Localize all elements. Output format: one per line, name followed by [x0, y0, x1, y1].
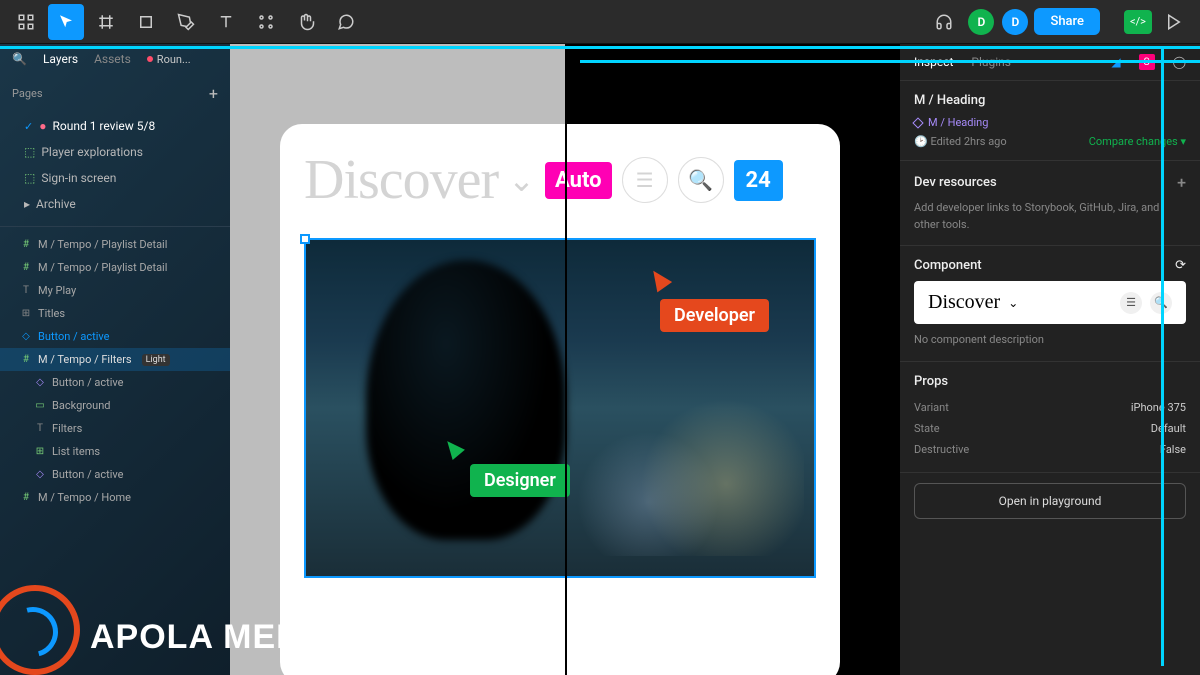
layer-item[interactable]: ◇Button / active: [0, 371, 230, 394]
shape-tool[interactable]: [128, 4, 164, 40]
component-section-title: Component: [914, 258, 982, 273]
resources-tool[interactable]: [248, 4, 284, 40]
hero-image-selected[interactable]: [304, 238, 816, 578]
open-playground-button[interactable]: Open in playground: [914, 483, 1186, 519]
layer-item[interactable]: TFilters: [0, 417, 230, 440]
designer-cursor-label: Designer: [470, 464, 570, 497]
user-avatar-1[interactable]: D: [968, 9, 994, 35]
count-badge: 24: [734, 160, 783, 201]
present-button[interactable]: [1156, 4, 1192, 40]
page-item[interactable]: ⬚Sign-in screen: [0, 165, 230, 191]
move-tool[interactable]: [48, 4, 84, 40]
layer-item[interactable]: #M / Tempo / Home: [0, 486, 230, 509]
chevron-down-icon[interactable]: ⌄: [508, 161, 535, 199]
layer-item-selected[interactable]: #M / Tempo / FiltersLight: [0, 348, 230, 371]
pages-label: Pages: [12, 87, 43, 100]
right-panel: Inspect Plugins ◢ S ◯ M / Heading M / He…: [900, 44, 1200, 675]
assets-tab[interactable]: Assets: [94, 52, 131, 66]
layer-item[interactable]: #M / Tempo / Playlist Detail: [0, 256, 230, 279]
layer-item[interactable]: ◇Button / active: [0, 325, 230, 348]
layer-item[interactable]: ⊞Titles: [0, 302, 230, 325]
auto-badge: Auto: [545, 162, 612, 199]
share-button[interactable]: Share: [1034, 8, 1100, 35]
page-item[interactable]: ▸Archive: [0, 191, 230, 217]
left-panel: 🔍 Layers Assets Roun... Pages + ✓●Round …: [0, 44, 230, 675]
edited-text: 🕑 Edited 2hrs ago: [914, 135, 1007, 148]
user-avatar-2[interactable]: D: [1002, 9, 1028, 35]
overlay-line: [580, 60, 1200, 63]
split-divider: [565, 44, 567, 675]
dev-resources-title: Dev resources: [914, 175, 997, 190]
developer-cursor-label: Developer: [660, 299, 769, 332]
audio-icon[interactable]: [926, 4, 962, 40]
frame-tool[interactable]: [88, 4, 124, 40]
component-breadcrumb[interactable]: M / Heading: [914, 116, 1186, 129]
prop-row: VariantiPhone 375: [914, 397, 1186, 418]
overlay-line: [1161, 46, 1164, 666]
selection-handle[interactable]: [300, 234, 310, 244]
dev-mode-badge[interactable]: </>: [1124, 10, 1152, 34]
layer-item[interactable]: ⊞List items: [0, 440, 230, 463]
comment-tool[interactable]: [328, 4, 364, 40]
menu-button[interactable]: [8, 4, 44, 40]
no-description-text: No component description: [914, 332, 1186, 349]
component-preview: Discover⌄ ☰ 🔍: [914, 281, 1186, 324]
refresh-icon[interactable]: ⟳: [1175, 258, 1186, 273]
layer-item[interactable]: TMy Play: [0, 279, 230, 302]
round-indicator[interactable]: Roun...: [147, 53, 191, 66]
add-page-button[interactable]: +: [209, 84, 218, 103]
page-item[interactable]: ⬚Player explorations: [0, 139, 230, 165]
overlay-line: [0, 46, 1200, 49]
canvas[interactable]: Discover ⌄ Auto ☰ 🔍 24 Designer Develope…: [230, 44, 900, 675]
text-tool[interactable]: [208, 4, 244, 40]
search-icon[interactable]: 🔍: [12, 52, 27, 66]
compare-changes-link[interactable]: Compare changes ▾: [1089, 135, 1186, 148]
add-resource-button[interactable]: +: [1177, 173, 1186, 192]
artboard[interactable]: Discover ⌄ Auto ☰ 🔍 24: [280, 124, 840, 675]
discover-heading: Discover: [304, 148, 498, 212]
filter-icon: ☰: [1120, 292, 1142, 314]
page-item[interactable]: ✓●Round 1 review 5/8: [0, 113, 230, 139]
layer-item[interactable]: #M / Tempo / Playlist Detail: [0, 233, 230, 256]
top-toolbar: D D Share </>: [0, 0, 1200, 44]
layer-item[interactable]: ▭Background: [0, 394, 230, 417]
layers-tab[interactable]: Layers: [43, 52, 78, 66]
watermark-text: APOLA MEDIA: [90, 618, 338, 657]
props-title: Props: [914, 374, 1186, 389]
dev-resources-desc: Add developer links to Storybook, GitHub…: [914, 200, 1186, 233]
filter-icon[interactable]: ☰: [622, 157, 668, 203]
layer-item[interactable]: ◇Button / active: [0, 463, 230, 486]
heading-title: M / Heading: [914, 93, 1186, 108]
pen-tool[interactable]: [168, 4, 204, 40]
search-icon[interactable]: 🔍: [678, 157, 724, 203]
prop-row: DestructiveFalse: [914, 439, 1186, 460]
prop-row: StateDefault: [914, 418, 1186, 439]
hand-tool[interactable]: [288, 4, 324, 40]
